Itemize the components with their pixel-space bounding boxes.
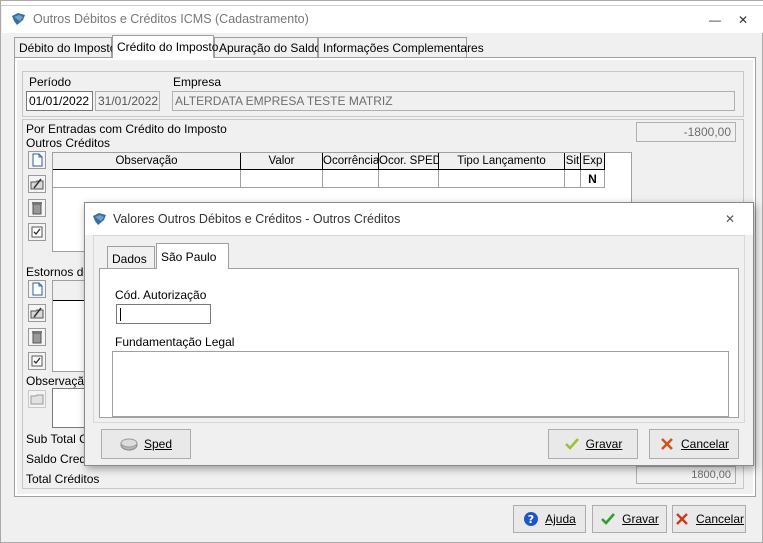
estornos-edit-button[interactable] [28,304,46,322]
periodo-fim-field: 31/01/2022 [95,91,160,111]
cod-autorizacao-input[interactable] [116,304,211,324]
sped-button[interactable]: Sped [101,429,191,459]
trash-icon [32,331,42,344]
dialog-title-bar: Valores Outros Débitos e Créditos - Outr… [85,203,753,235]
delete-record-button[interactable] [28,199,46,217]
checkmark-icon [601,513,616,525]
cancelar-label: Cancelar [695,512,745,526]
dialog-cancelar-label: Cancelar [680,437,730,451]
svg-text:?: ? [528,513,534,526]
dialog-gravar-button[interactable]: Gravar [548,429,638,459]
main-tabs: Débito do Imposto Crédito do Imposto Apu… [14,35,754,58]
gravar-label: Gravar [622,512,659,526]
estornos-confirm-button[interactable] [28,352,46,370]
column-ocorrencia[interactable]: Ocorrência [323,153,379,170]
minimize-button[interactable]: — [702,11,728,29]
total-creditos-label: Total Créditos [26,472,100,486]
empresa-label: Empresa [173,75,222,89]
help-icon: ? [524,512,539,526]
cell-ocorrencia[interactable] [323,170,379,188]
x-icon [676,513,688,525]
fundamentacao-textarea[interactable] [112,351,729,417]
checkmark-icon [564,438,579,450]
cell-sit[interactable] [565,170,581,188]
cell-ocor-sped[interactable] [379,170,439,188]
dialog-tab-dados[interactable]: Dados [107,246,155,268]
app-icon [93,213,106,225]
ajuda-button[interactable]: ? Ajuda [513,505,586,533]
periodo-inicio-field[interactable]: 01/01/2022 [26,91,93,111]
sped-label: Sped [143,437,173,451]
cell-exp[interactable]: N [581,170,605,188]
saldo-credor-label: Saldo Credo [26,452,93,466]
cell-tipo-lancamento[interactable] [439,170,565,188]
fundamentacao-label: Fundamentação Legal [115,335,235,349]
observacao-label: Observação [26,374,91,388]
estornos-new-button[interactable] [28,280,46,298]
dialog-cancelar-button[interactable]: Cancelar [649,429,739,459]
tab-label: Débito do Imposto [19,41,117,55]
column-sit[interactable]: Sit [565,153,581,170]
dialog-tab-sao-paulo[interactable]: São Paulo [156,243,229,269]
ajuda-label: Ajuda [545,512,576,526]
cancelar-button[interactable]: Cancelar [672,505,746,533]
tab-credito-do-imposto[interactable]: Crédito do Imposto [112,35,218,58]
trash-icon [32,202,42,215]
estornos-delete-button[interactable] [28,328,46,346]
new-document-icon [32,282,43,296]
folder-edit-icon [30,307,44,319]
tab-label: Crédito do Imposto [117,40,219,54]
column-ocor-sped[interactable]: Ocor. SPED [379,153,439,170]
open-folder-icon [30,394,44,405]
sped-disc-icon [120,438,138,451]
confirm-record-button[interactable] [28,223,46,241]
cell-valor[interactable] [241,170,323,188]
tab-debito-do-imposto[interactable]: Débito do Imposto [14,37,116,57]
gravar-button[interactable]: Gravar [592,505,667,533]
cell-observacao[interactable] [53,170,241,188]
entradas-label: Por Entradas com Crédito do Imposto [26,122,227,136]
total-creditos-value: 1800,00 [636,466,736,484]
title-bar: Outros Débitos e Créditos ICMS (Cadastra… [2,6,763,33]
outros-creditos-label: Outros Créditos [26,136,111,150]
estornos-label: Estornos de [26,265,91,279]
tab-informacoes-complementares[interactable]: Informações Complementares [318,37,484,57]
tab-label: Informações Complementares [323,41,484,55]
tab-label: Dados [112,252,147,266]
dialog-gravar-label: Gravar [585,437,623,451]
dialog-tab-panel: Cód. Autorização Fundamentação Legal [99,268,739,418]
dialog-close-button[interactable]: ✕ [725,212,735,226]
close-button[interactable]: ✕ [730,11,756,29]
checklist-icon [31,355,43,367]
x-icon [661,438,673,450]
observacao-button[interactable] [28,390,46,408]
folder-edit-icon [30,178,44,190]
entradas-value: -1800,00 [636,122,736,142]
text-caret [120,308,121,321]
new-record-button[interactable] [28,151,46,169]
window-title: Outros Débitos e Créditos ICMS (Cadastra… [33,12,309,26]
periodo-label: Período [29,75,72,89]
tab-apuracao-do-saldo[interactable]: Apuração do Saldo [214,37,322,57]
dialog-title: Valores Outros Débitos e Créditos - Outr… [113,212,401,226]
valores-dialog: Valores Outros Débitos e Créditos - Outr… [84,202,754,466]
cod-autorizacao-label: Cód. Autorização [115,288,207,302]
empresa-field: ALTERDATA EMPRESA TESTE MATRIZ [172,91,735,111]
edit-record-button[interactable] [28,175,46,193]
column-tipo-lancamento[interactable]: Tipo Lançamento [439,153,565,170]
app-icon [12,13,25,25]
column-valor[interactable]: Valor [241,153,323,170]
column-exp[interactable]: Exp [581,153,605,170]
tab-label: São Paulo [161,250,217,264]
tab-label: Apuração do Saldo [219,41,322,55]
new-document-icon [32,153,43,167]
column-observacao[interactable]: Observação [53,153,241,170]
checklist-icon [31,226,43,238]
sub-total-label: Sub Total Cr [26,432,92,446]
